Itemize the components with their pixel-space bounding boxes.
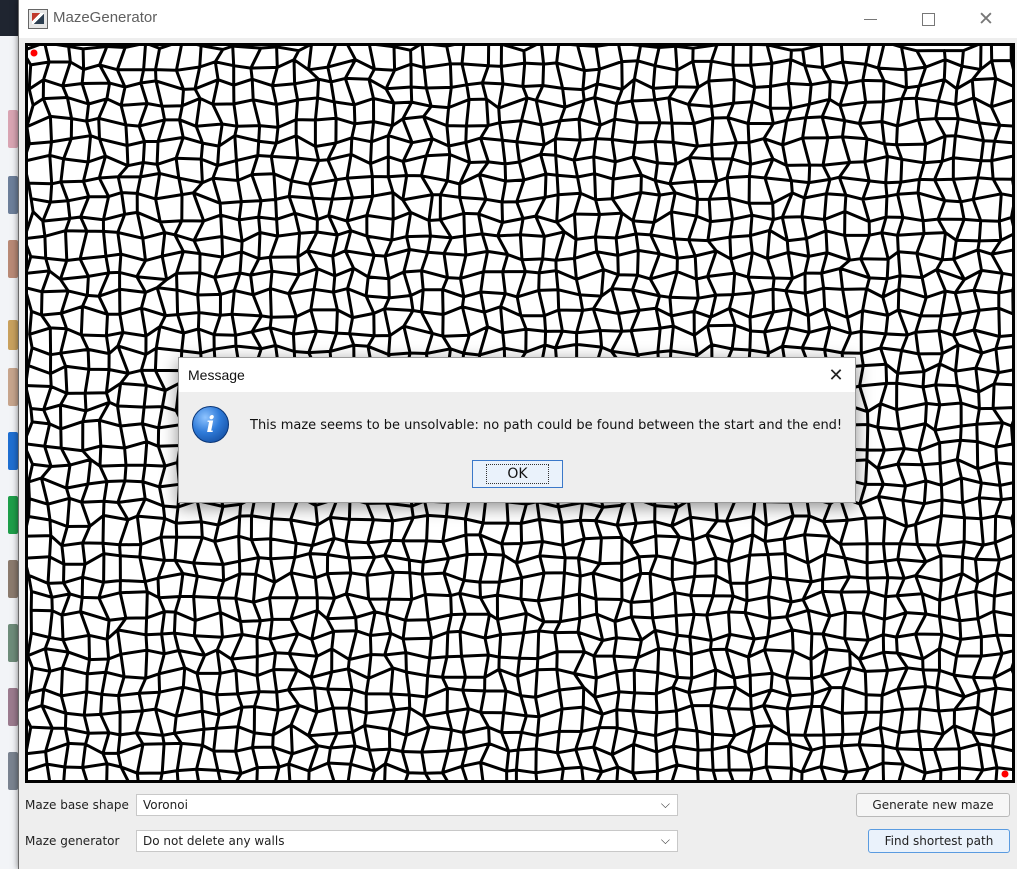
info-icon: i xyxy=(192,406,229,443)
maximize-button[interactable] xyxy=(899,0,957,38)
background-thumbnail xyxy=(8,110,18,148)
maze-base-shape-label: Maze base shape xyxy=(25,798,129,812)
dialog-close-button[interactable]: ✕ xyxy=(823,362,849,388)
maze-generator-select[interactable]: Do not delete any walls ⌵ xyxy=(136,830,678,852)
close-button[interactable]: ✕ xyxy=(957,0,1015,38)
dialog-title: Message xyxy=(188,367,245,383)
ok-button-label: OK xyxy=(486,464,549,484)
maze-generator-value: Do not delete any walls xyxy=(143,834,285,848)
maze-generator-label: Maze generator xyxy=(25,834,120,848)
message-dialog: Message ✕ i This maze seems to be unsolv… xyxy=(178,357,856,503)
background-thumbnail xyxy=(8,240,18,278)
background-thumbnail xyxy=(8,688,18,726)
background-thumbnail xyxy=(8,496,18,534)
maze-base-shape-value: Voronoi xyxy=(143,798,188,812)
chevron-down-icon: ⌵ xyxy=(660,833,670,847)
window-title: MazeGenerator xyxy=(53,9,158,26)
chevron-down-icon: ⌵ xyxy=(660,797,670,811)
background-thumbnail xyxy=(8,368,18,406)
background-thumbnail xyxy=(8,432,18,470)
background-app-strip xyxy=(0,0,20,869)
minimize-button[interactable] xyxy=(841,0,899,38)
maze-start-marker xyxy=(30,49,38,57)
background-app-titlebar xyxy=(0,0,20,36)
close-icon: ✕ xyxy=(828,364,844,386)
title-bar[interactable]: MazeGenerator ✕ xyxy=(19,0,1017,38)
dialog-title-bar[interactable]: Message ✕ xyxy=(179,358,855,392)
maze-base-shape-select[interactable]: Voronoi ⌵ xyxy=(136,794,678,816)
dialog-message: This maze seems to be unsolvable: no pat… xyxy=(250,418,843,433)
ok-button[interactable]: OK xyxy=(472,460,563,488)
background-thumbnail xyxy=(8,560,18,598)
background-thumbnail xyxy=(8,752,18,790)
maze-end-marker xyxy=(1001,770,1009,778)
background-thumbnail xyxy=(8,320,18,350)
generate-new-maze-button[interactable]: Generate new maze xyxy=(856,793,1010,817)
find-shortest-path-button[interactable]: Find shortest path xyxy=(868,829,1010,853)
background-thumbnail xyxy=(8,624,18,662)
minimize-icon xyxy=(863,18,877,20)
maximize-icon xyxy=(921,12,935,26)
close-icon: ✕ xyxy=(978,7,994,30)
maze-app-icon xyxy=(28,9,48,29)
background-thumbnail xyxy=(8,176,18,214)
